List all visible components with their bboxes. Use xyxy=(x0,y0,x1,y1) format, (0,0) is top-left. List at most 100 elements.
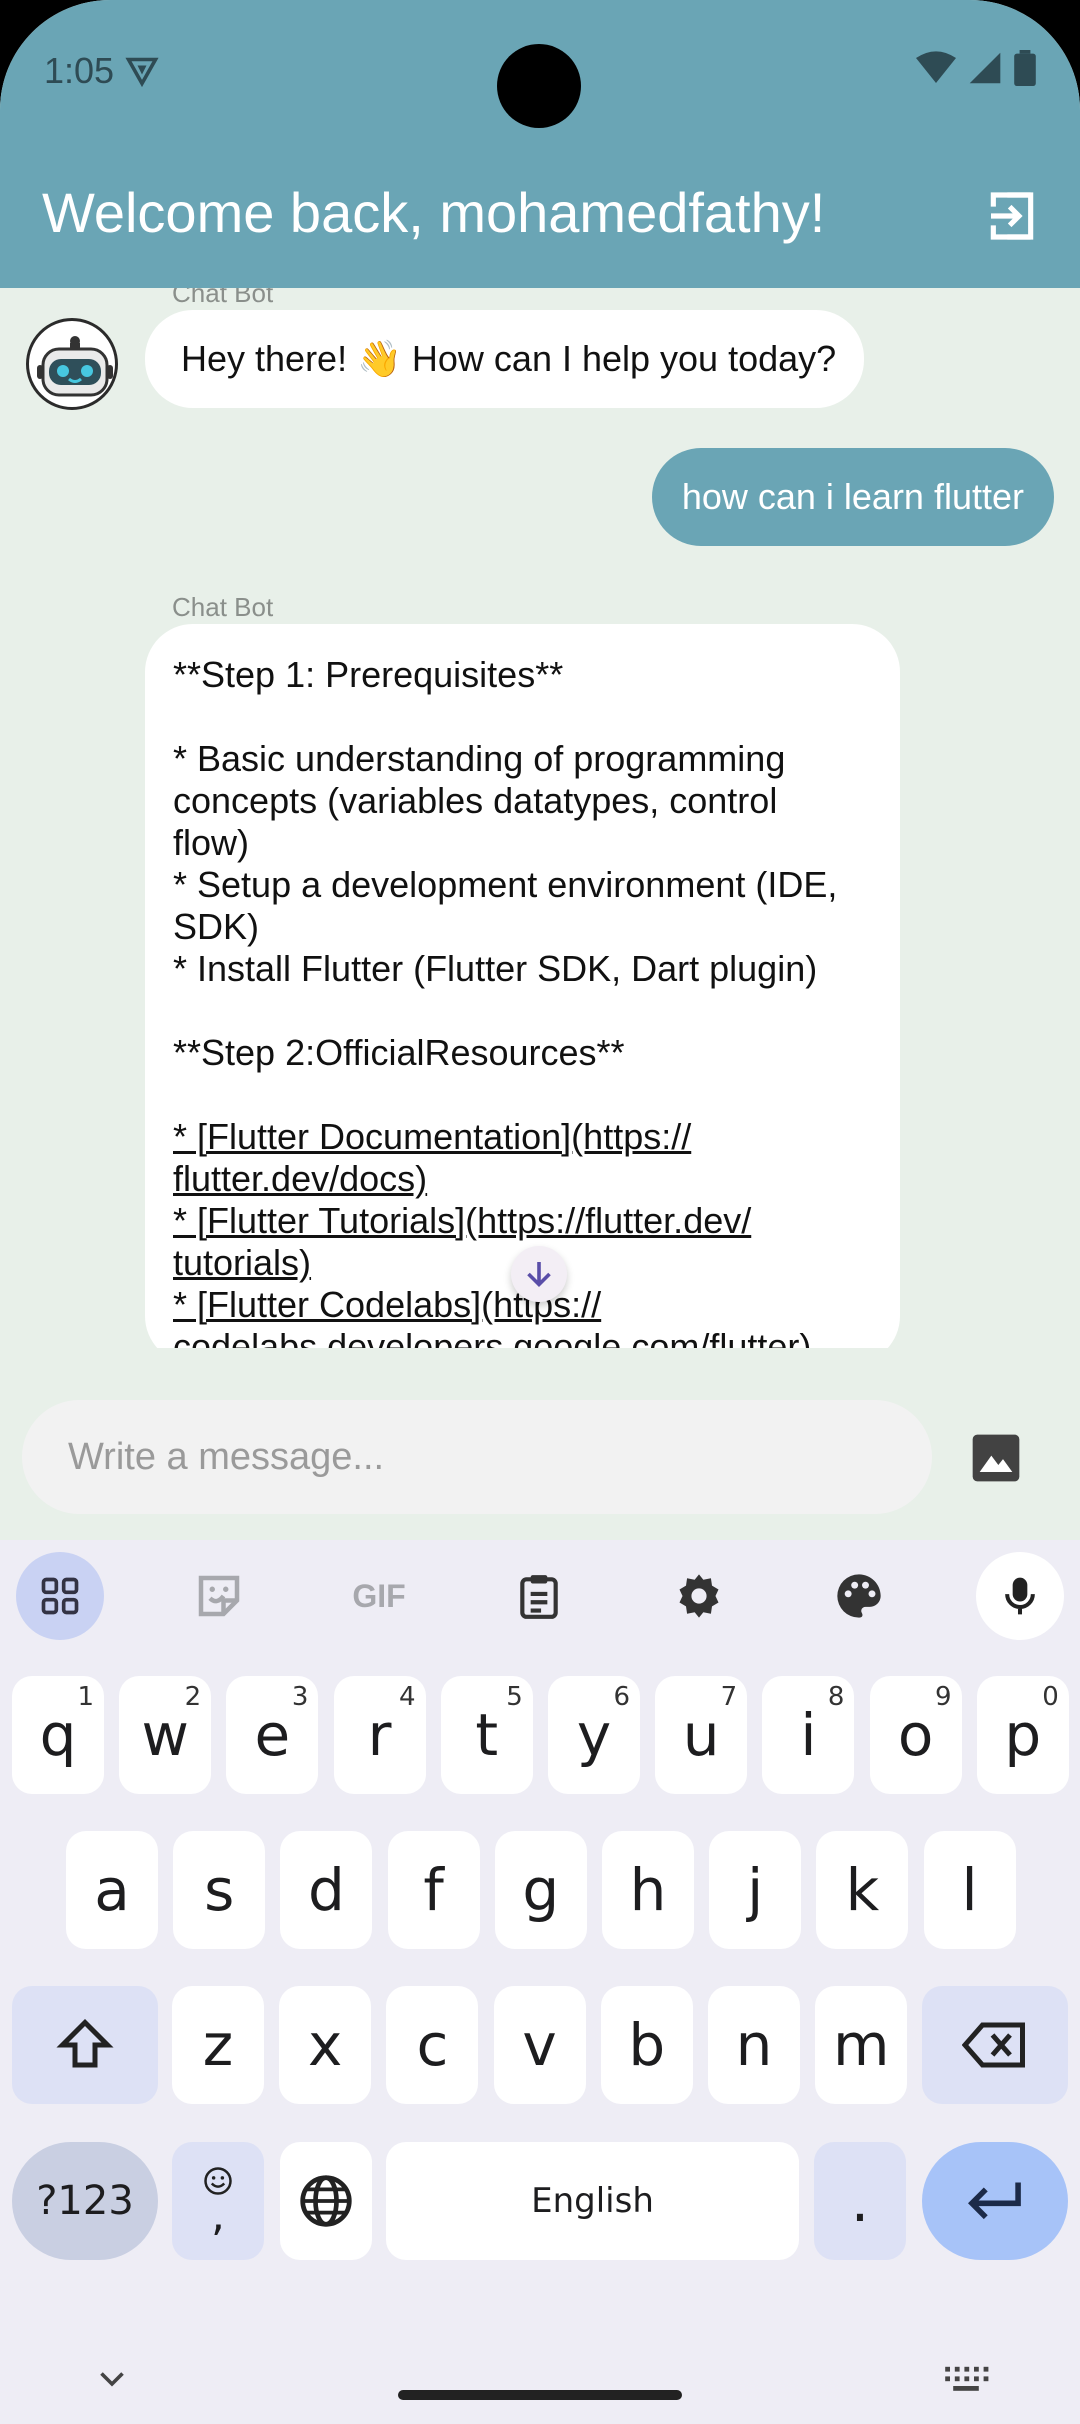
key-y[interactable]: y6 xyxy=(548,1676,640,1794)
key-hint: 9 xyxy=(935,1682,952,1712)
chevron-down-icon[interactable] xyxy=(94,2360,130,2396)
reply-line: * Setup a development environment (IDE, xyxy=(173,864,838,905)
key-t[interactable]: t5 xyxy=(440,1676,533,1794)
reply-line: **Step 2:OfficialResources** xyxy=(173,1032,625,1073)
key-d[interactable]: d xyxy=(280,1831,373,1949)
camera-cutout xyxy=(497,44,581,128)
microphone-icon xyxy=(1005,1577,1035,1615)
key-label: t xyxy=(475,1701,499,1769)
user-message-bubble: how can i learn flutter xyxy=(651,448,1054,546)
scroll-to-bottom-button[interactable] xyxy=(511,1246,567,1302)
key-g[interactable]: g xyxy=(494,1831,587,1949)
key-label: u xyxy=(682,1701,720,1769)
key-c[interactable]: c xyxy=(386,1986,479,2104)
robot-icon xyxy=(37,336,113,397)
reply-line xyxy=(173,1074,872,1116)
sender-label: Chat Bot xyxy=(172,592,274,622)
key-r[interactable]: r4 xyxy=(333,1676,426,1794)
enter-icon xyxy=(968,2182,1021,2220)
reply-link-line[interactable]: * [Flutter Documentation](https:// xyxy=(173,1116,872,1158)
image-icon[interactable] xyxy=(968,1430,1024,1486)
key-m[interactable]: m xyxy=(815,1986,908,2104)
key-b[interactable]: b xyxy=(600,1986,693,2104)
sticker-icon xyxy=(198,1575,240,1617)
key-l[interactable]: l xyxy=(923,1831,1016,1949)
theme-button[interactable] xyxy=(815,1552,903,1640)
key-k[interactable]: k xyxy=(816,1831,909,1949)
key-hint: 0 xyxy=(1042,1682,1059,1712)
key-e[interactable]: e3 xyxy=(226,1676,319,1794)
key-hint: 5 xyxy=(506,1682,523,1712)
key-label: p xyxy=(1004,1701,1042,1769)
key-z[interactable]: z xyxy=(172,1986,264,2104)
key-x[interactable]: x xyxy=(279,1986,372,2104)
phone-screen: 1:05 Welcome back, mohamedfathy! Chat Bo… xyxy=(0,0,1080,2424)
space-key[interactable]: English xyxy=(386,2142,799,2260)
voice-input-button[interactable] xyxy=(976,1552,1064,1640)
sender-label: Chat Bot xyxy=(172,288,274,308)
key-label: r xyxy=(367,1701,392,1769)
arrow-down-icon xyxy=(527,1262,551,1288)
key-w[interactable]: w2 xyxy=(119,1676,212,1794)
reply-link-line[interactable]: * [Flutter Tutorials](https://flutter.de… xyxy=(173,1200,872,1242)
language-key[interactable] xyxy=(280,2142,372,2260)
apps-grid-button[interactable] xyxy=(16,1552,104,1640)
logout-icon[interactable] xyxy=(984,188,1040,244)
palette-icon xyxy=(837,1574,881,1618)
soft-keyboard: GIF q 1 w 2 e 3 r 4 t 5 y 6 u 7 i 8 o 9 … xyxy=(0,1540,1080,2424)
key-label: q xyxy=(39,1701,77,1769)
reply-line: concepts (variables datatypes, control xyxy=(173,780,778,821)
vpn-icon xyxy=(125,57,159,88)
key-p[interactable]: p0 xyxy=(976,1676,1069,1794)
key-u[interactable]: u7 xyxy=(655,1676,748,1794)
reply-link-line[interactable]: codelabs.developers.google.com/flutter) xyxy=(173,1326,872,1348)
reply-line xyxy=(173,990,872,1032)
key-j[interactable]: j xyxy=(709,1831,802,1949)
message-composer xyxy=(0,1348,1080,1540)
key-label: w xyxy=(141,1701,189,1769)
backspace-key[interactable] xyxy=(922,1986,1068,2104)
symbols-key[interactable]: ?123 xyxy=(12,2142,158,2260)
key-i[interactable]: i8 xyxy=(762,1676,855,1794)
period-key[interactable]: . xyxy=(814,2142,906,2260)
shift-key[interactable] xyxy=(12,1986,158,2104)
key-label: e xyxy=(254,1701,291,1769)
reply-link-line[interactable]: flutter.dev/docs) xyxy=(173,1158,872,1200)
signal-icon xyxy=(969,52,1001,84)
settings-button[interactable] xyxy=(655,1552,743,1640)
key-label: o xyxy=(897,1701,934,1769)
key-s[interactable]: s xyxy=(173,1831,266,1949)
bot-greeting-bubble: Hey there! 👋 How can I help you today? xyxy=(145,310,865,408)
message-input[interactable] xyxy=(22,1400,932,1514)
gif-button[interactable]: GIF xyxy=(335,1552,423,1640)
key-n[interactable]: n xyxy=(708,1986,800,2104)
status-icons xyxy=(916,50,1036,86)
key-f[interactable]: f xyxy=(387,1831,480,1949)
reply-line: **Step 1: Prerequisites** xyxy=(173,654,564,695)
key-o[interactable]: o9 xyxy=(869,1676,962,1794)
key-q[interactable]: q1 xyxy=(12,1676,104,1794)
page-title: Welcome back, mohamedfathy! xyxy=(42,181,826,244)
enter-key[interactable] xyxy=(922,2142,1068,2260)
reply-line: SDK) xyxy=(173,906,260,947)
clipboard-button[interactable] xyxy=(495,1552,583,1640)
key-hint: 2 xyxy=(184,1682,202,1712)
battery-icon xyxy=(1014,50,1036,86)
key-v[interactable]: v xyxy=(493,1986,586,2104)
key-h[interactable]: h xyxy=(602,1831,694,1949)
sticker-button[interactable] xyxy=(175,1552,263,1640)
reply-line: * Basic understanding of programming xyxy=(173,738,786,779)
backspace-icon xyxy=(962,2022,1025,2068)
gear-icon xyxy=(679,1574,719,1618)
keyboard-switch-icon[interactable] xyxy=(942,2362,990,2394)
key-a[interactable]: a xyxy=(66,1831,158,1949)
wifi-icon xyxy=(916,51,956,83)
clipboard-icon xyxy=(520,1575,558,1619)
keyboard-toolbar: GIF xyxy=(0,1540,1080,1650)
keyboard-nav-row xyxy=(0,2340,1080,2424)
emoji-comma-key[interactable]: , xyxy=(172,2142,264,2260)
globe-icon xyxy=(300,2175,352,2227)
reply-line: flow) xyxy=(173,822,250,863)
comma-label: , xyxy=(211,2190,225,2241)
chat-list[interactable]: Chat Bot Hey there! 👋 How can I help you… xyxy=(0,288,1080,1348)
